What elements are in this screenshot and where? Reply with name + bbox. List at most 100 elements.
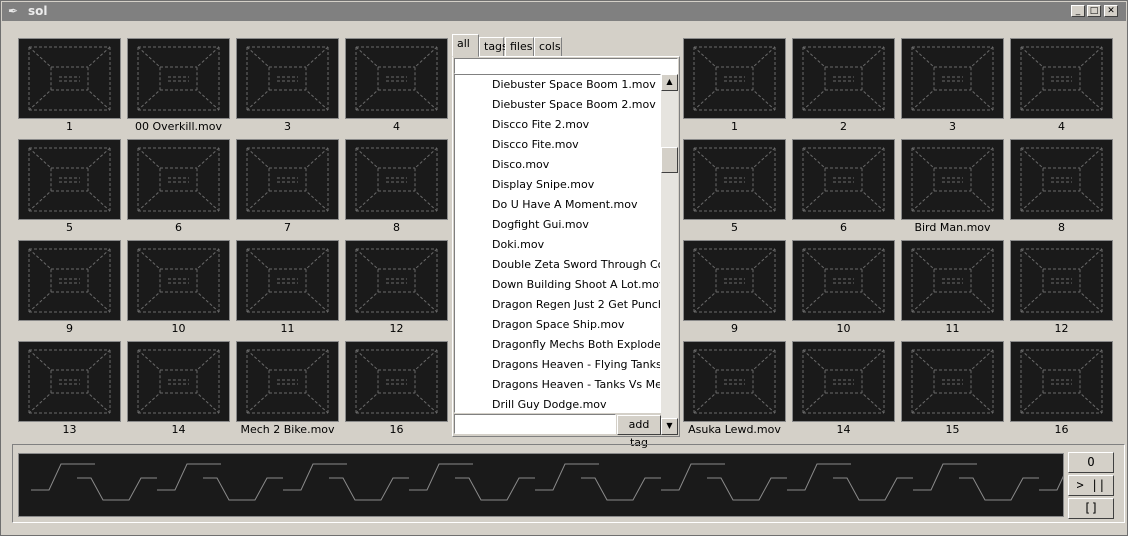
left-clip-slot[interactable]: 8 xyxy=(345,139,448,240)
clip-thumbnail[interactable] xyxy=(236,38,339,119)
right-clip-slot[interactable]: 1 xyxy=(683,38,786,139)
search-input[interactable] xyxy=(454,58,678,74)
play-pause-button[interactable]: > || xyxy=(1068,475,1114,496)
left-clip-slot[interactable]: 13 xyxy=(18,341,121,442)
left-clip-slot[interactable]: 10 xyxy=(127,240,230,341)
clip-thumbnail[interactable] xyxy=(901,139,1004,220)
left-clip-slot[interactable]: 9 xyxy=(18,240,121,341)
title-bar[interactable]: ✒ sol _ □ ✕ xyxy=(2,2,1126,21)
file-list-item[interactable]: Dragon Regen Just 2 Get Punched. xyxy=(455,295,660,315)
right-clip-slot[interactable]: 14 xyxy=(792,341,895,442)
file-list-item[interactable]: Diebuster Space Boom 2.mov xyxy=(455,95,660,115)
tab-cols[interactable]: cols xyxy=(534,37,562,57)
right-clip-slot[interactable]: 9 xyxy=(683,240,786,341)
timeline-display[interactable] xyxy=(18,453,1128,517)
left-clip-slot[interactable]: 4 xyxy=(345,38,448,139)
file-list-item[interactable]: Do U Have A Moment.mov xyxy=(455,195,660,215)
file-list-item[interactable]: Doki.mov xyxy=(455,235,660,255)
left-clip-slot[interactable]: 14 xyxy=(127,341,230,442)
left-clip-slot[interactable]: 16 xyxy=(345,341,448,442)
file-list-item[interactable]: Disco.mov xyxy=(455,155,660,175)
clip-thumbnail[interactable] xyxy=(127,38,230,119)
clip-thumbnail[interactable] xyxy=(683,240,786,321)
file-list-item[interactable]: Dogfight Gui.mov xyxy=(455,215,660,235)
clip-thumbnail[interactable] xyxy=(345,139,448,220)
left-clip-slot[interactable]: Mech 2 Bike.mov xyxy=(236,341,339,442)
clip-thumbnail[interactable] xyxy=(901,341,1004,422)
right-clip-slot[interactable]: 5 xyxy=(683,139,786,240)
file-list-item[interactable]: Dragon Space Ship.mov xyxy=(455,315,660,335)
right-clip-slot[interactable]: 6 xyxy=(792,139,895,240)
file-list-item[interactable]: Discco Fite.mov xyxy=(455,135,660,155)
scroll-down-icon[interactable]: ▼ xyxy=(661,418,678,435)
tag-input[interactable] xyxy=(454,414,616,434)
clip-thumbnail[interactable] xyxy=(792,139,895,220)
record-button[interactable]: O xyxy=(1068,452,1114,473)
scroll-up-icon[interactable]: ▲ xyxy=(661,74,678,91)
tab-files[interactable]: files xyxy=(505,37,534,57)
left-clip-slot[interactable]: 1 xyxy=(18,38,121,139)
clip-thumbnail[interactable] xyxy=(127,240,230,321)
right-clip-slot[interactable]: 3 xyxy=(901,38,1004,139)
file-list-item[interactable]: Discco Fite 2.mov xyxy=(455,115,660,135)
file-list-item[interactable]: Display Snipe.mov xyxy=(455,175,660,195)
left-clip-slot[interactable]: 11 xyxy=(236,240,339,341)
left-clip-slot[interactable]: 5 xyxy=(18,139,121,240)
right-clip-slot[interactable]: 16 xyxy=(1010,341,1113,442)
left-clip-slot[interactable]: 12 xyxy=(345,240,448,341)
clip-thumbnail[interactable] xyxy=(683,341,786,422)
left-clip-slot[interactable]: 6 xyxy=(127,139,230,240)
clip-thumbnail[interactable] xyxy=(1010,38,1113,119)
right-clip-slot[interactable]: 10 xyxy=(792,240,895,341)
clip-thumbnail[interactable] xyxy=(236,341,339,422)
scroll-thumb[interactable] xyxy=(661,147,678,173)
file-list-item[interactable]: Down Building Shoot A Lot.mov xyxy=(455,275,660,295)
right-clip-slot[interactable]: 8 xyxy=(1010,139,1113,240)
stop-button[interactable]: [] xyxy=(1068,498,1114,519)
list-scrollbar[interactable]: ▲ ▼ xyxy=(661,74,678,435)
right-clip-slot[interactable]: Bird Man.mov xyxy=(901,139,1004,240)
file-list-item[interactable]: Dragons Heaven - Flying Tanks.mov xyxy=(455,355,660,375)
file-list-item[interactable]: Diebuster Space Boom 1.mov xyxy=(455,75,660,95)
clip-thumbnail[interactable] xyxy=(683,139,786,220)
clip-thumbnail[interactable] xyxy=(792,240,895,321)
add-tag-button[interactable]: add tag xyxy=(617,415,661,449)
clip-thumbnail[interactable] xyxy=(1010,139,1113,220)
clip-thumbnail[interactable] xyxy=(901,38,1004,119)
clip-thumbnail[interactable] xyxy=(1010,341,1113,422)
clip-thumbnail[interactable] xyxy=(18,38,121,119)
left-clip-slot[interactable]: 00 Overkill.mov xyxy=(127,38,230,139)
file-list-item[interactable]: Dragonfly Mechs Both Explode Or S xyxy=(455,335,660,355)
right-clip-slot[interactable]: 2 xyxy=(792,38,895,139)
file-list-item[interactable]: Double Zeta Sword Through Cockpit xyxy=(455,255,660,275)
clip-thumbnail[interactable] xyxy=(127,341,230,422)
right-clip-slot[interactable]: 11 xyxy=(901,240,1004,341)
right-clip-slot[interactable]: 12 xyxy=(1010,240,1113,341)
file-list-item[interactable]: Drill Guy Dodge.mov xyxy=(455,395,660,412)
tab-all[interactable]: all xyxy=(452,34,479,57)
clip-thumbnail[interactable] xyxy=(345,240,448,321)
clip-thumbnail[interactable] xyxy=(18,240,121,321)
right-clip-slot[interactable]: Asuka Lewd.mov xyxy=(683,341,786,442)
maximize-button[interactable]: □ xyxy=(1087,5,1101,17)
tab-tags[interactable]: tags xyxy=(479,37,508,57)
clip-thumbnail[interactable] xyxy=(18,341,121,422)
left-clip-slot[interactable]: 7 xyxy=(236,139,339,240)
clip-thumbnail[interactable] xyxy=(1010,240,1113,321)
clip-thumbnail[interactable] xyxy=(236,139,339,220)
clip-thumbnail[interactable] xyxy=(345,341,448,422)
file-list[interactable]: Diebuster Space Boom 1.mov Diebuster Spac… xyxy=(454,74,661,413)
right-clip-slot[interactable]: 4 xyxy=(1010,38,1113,139)
clip-thumbnail[interactable] xyxy=(792,38,895,119)
clip-thumbnail[interactable] xyxy=(18,139,121,220)
clip-thumbnail[interactable] xyxy=(683,38,786,119)
right-clip-slot[interactable]: 15 xyxy=(901,341,1004,442)
file-list-item[interactable]: Dragons Heaven - Tanks Vs Mecha xyxy=(455,375,660,395)
clip-thumbnail[interactable] xyxy=(901,240,1004,321)
left-clip-slot[interactable]: 3 xyxy=(236,38,339,139)
clip-thumbnail[interactable] xyxy=(127,139,230,220)
minimize-button[interactable]: _ xyxy=(1071,5,1085,17)
clip-thumbnail[interactable] xyxy=(345,38,448,119)
close-button[interactable]: ✕ xyxy=(1104,5,1118,17)
clip-thumbnail[interactable] xyxy=(236,240,339,321)
